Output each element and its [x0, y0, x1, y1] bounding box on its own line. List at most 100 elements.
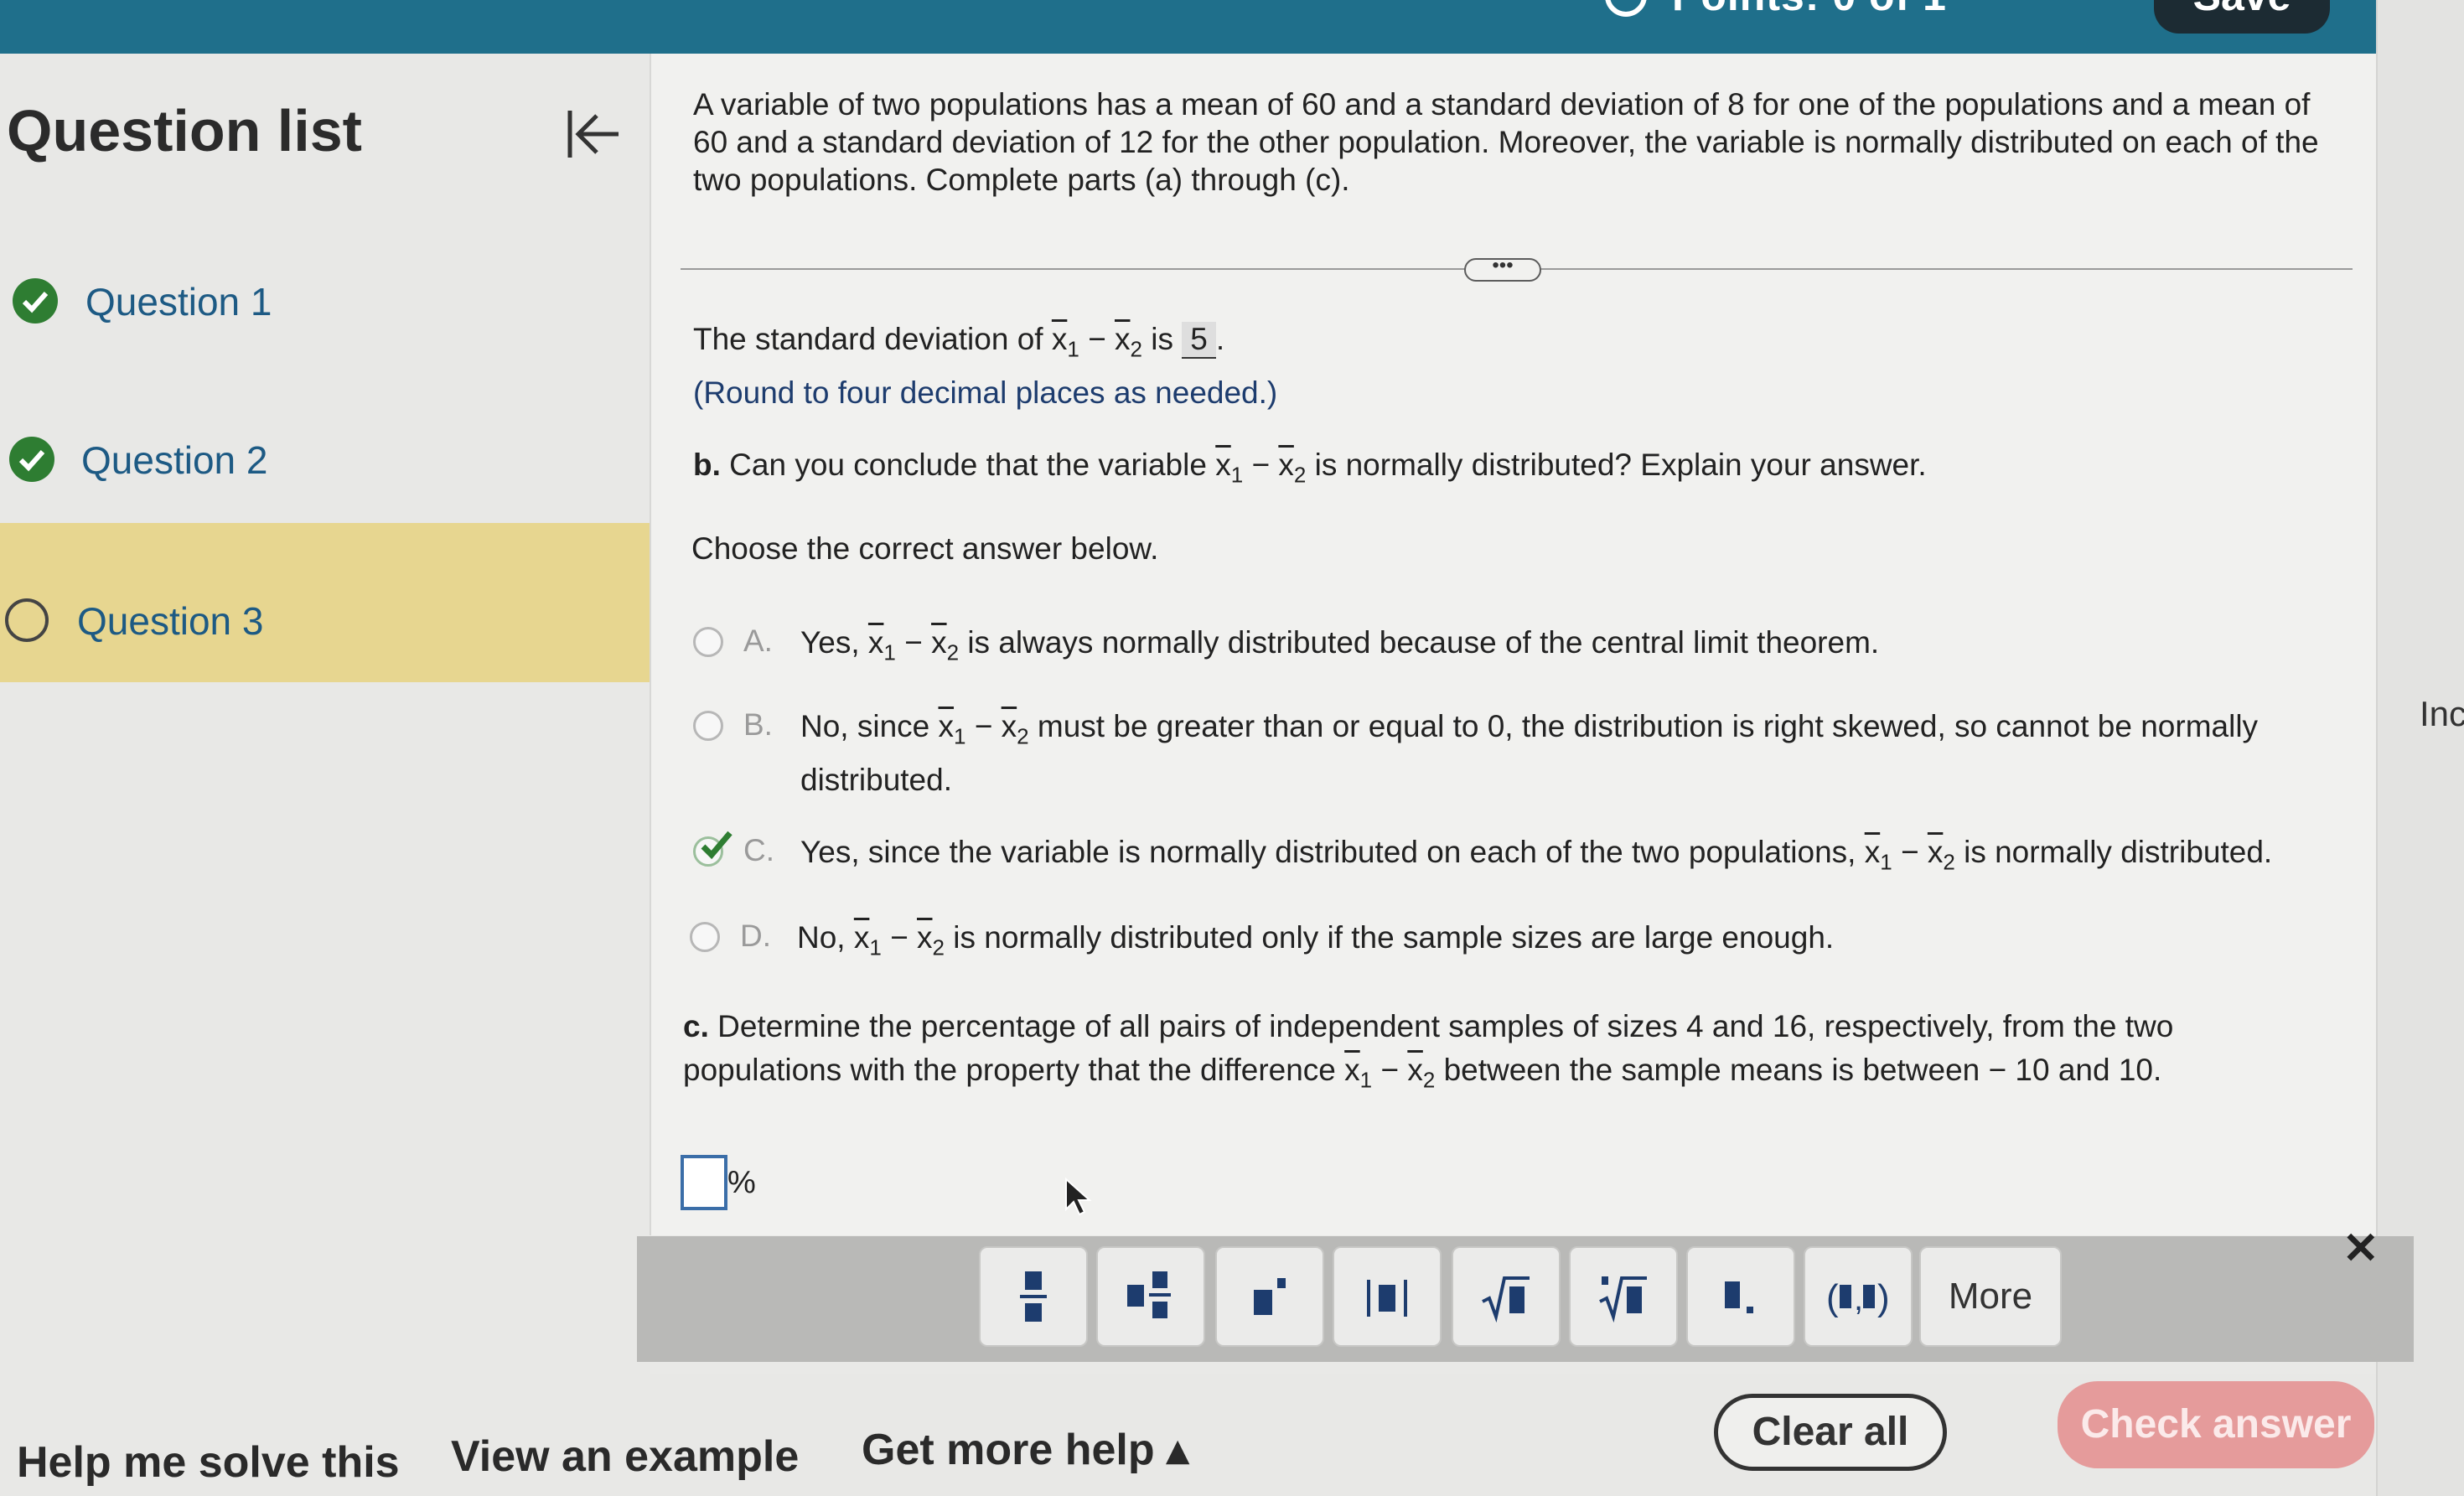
x-bar-symbol: x	[938, 709, 955, 743]
nth-root-button[interactable]	[1569, 1246, 1678, 1347]
mixed-number-button[interactable]	[1096, 1246, 1205, 1347]
ordered-pair-icon: ( , )	[1826, 1277, 1890, 1318]
choice-c-text: Yes, since the variable is normally dist…	[800, 826, 2272, 888]
subscript-2: 2	[946, 639, 960, 665]
points-progress-icon	[1605, 0, 1647, 17]
part-b-prefix: Can you conclude that the variable	[729, 448, 1207, 482]
expand-more-button[interactable]: •••	[1464, 256, 1541, 282]
minus-sign: −	[1251, 448, 1271, 482]
x-bar-symbol: x	[1114, 322, 1131, 356]
subscript-2: 2	[932, 934, 945, 960]
part-c-text-1: Determine the percentage of all pairs of…	[717, 1009, 2174, 1043]
radio-button-b[interactable]	[693, 711, 723, 741]
x-bar-symbol: x	[1864, 835, 1881, 869]
choice-a-letter: A.	[743, 624, 773, 658]
math-input-toolbar: ( , ) More	[637, 1236, 2414, 1362]
choice-c[interactable]: C. Yes, since the variable is normally d…	[693, 831, 2353, 883]
choice-a-pre: Yes,	[800, 625, 860, 660]
check-answer-button[interactable]: Check answer	[2058, 1381, 2374, 1468]
question-list-item-1[interactable]: Question 1	[0, 259, 650, 418]
choose-prompt: Choose the correct answer below.	[691, 531, 1159, 566]
x-bar-symbol: x	[1278, 448, 1294, 482]
square-root-button[interactable]	[1452, 1246, 1561, 1347]
subscript-2: 2	[1130, 336, 1142, 362]
x-bar-symbol: x	[853, 920, 870, 955]
choice-a-post: is always normally distributed because o…	[967, 625, 1880, 660]
fraction-icon	[1020, 1271, 1047, 1322]
minus-sign: −	[904, 625, 923, 660]
decimal-button[interactable]	[1686, 1246, 1795, 1347]
subscript-1: 1	[1067, 336, 1079, 362]
clear-all-button[interactable]: Clear all	[1714, 1394, 1947, 1471]
close-toolbar-icon[interactable]: ✕	[2342, 1224, 2379, 1274]
absolute-value-icon	[1367, 1280, 1407, 1317]
choice-b-pre: No, since	[800, 709, 930, 743]
points-label: Points: 0 of 1	[1672, 0, 1947, 20]
x-bar-symbol: x	[1051, 322, 1068, 356]
x-bar-symbol: x	[1407, 1053, 1423, 1087]
subscript-2: 2	[1017, 723, 1029, 749]
subscript-1: 1	[954, 723, 966, 749]
mixed-number-icon	[1127, 1271, 1171, 1318]
check-circle-icon	[13, 278, 58, 324]
choice-b-line2: distributed.	[800, 763, 952, 797]
collapse-panel-icon[interactable]	[563, 104, 624, 164]
question-list-panel: Question list Question 1 Question 2 Ques…	[0, 54, 650, 1378]
minus-sign: −	[1900, 835, 1919, 869]
choice-d-post: is normally distributed only if the samp…	[953, 920, 1835, 955]
fraction-button[interactable]	[979, 1246, 1088, 1347]
choice-c-letter: C.	[743, 833, 774, 867]
part-b-question: b. Can you conclude that the variable x1…	[693, 448, 1927, 488]
empty-circle-icon	[5, 598, 49, 642]
help-me-solve-link[interactable]: Help me solve this	[17, 1437, 400, 1488]
x-bar-symbol: x	[1001, 709, 1017, 743]
radio-button-a[interactable]	[693, 627, 723, 657]
x-bar-symbol: x	[1215, 448, 1231, 482]
exponent-button[interactable]	[1215, 1246, 1324, 1347]
x-bar-symbol: x	[917, 920, 933, 955]
choice-b-text: No, since x1 − x2 must be greater than o…	[800, 701, 2258, 762]
square-root-icon	[1482, 1276, 1530, 1323]
choice-b-letter: B.	[743, 707, 773, 742]
choice-c-pre: Yes, since the variable is normally dist…	[800, 835, 1856, 869]
x-bar-symbol: x	[1927, 835, 1944, 869]
get-more-help-link[interactable]: Get more help ▴	[862, 1425, 1188, 1475]
part-c-line2-post: between the sample means is between − 10…	[1443, 1053, 2162, 1087]
subscript-2: 2	[1293, 462, 1307, 488]
subscript-1: 1	[1880, 849, 1892, 875]
svg-text:): )	[1877, 1277, 1890, 1318]
part-a-is: is	[1151, 322, 1173, 356]
absolute-value-button[interactable]	[1333, 1246, 1442, 1347]
exponent-icon	[1254, 1278, 1286, 1315]
save-button[interactable]: Save	[2154, 0, 2330, 34]
correct-check-icon	[701, 831, 732, 860]
clipped-side-text: Inc	[2420, 694, 2464, 733]
minus-sign: −	[974, 709, 993, 743]
question-list-title: Question list	[7, 98, 362, 163]
minus-sign: −	[890, 920, 908, 955]
choice-a[interactable]: A. Yes, x1 − x2 is always normally distr…	[693, 624, 2285, 674]
subscript-1: 1	[883, 639, 896, 665]
choice-b[interactable]: B. No, since x1 − x2 must be greater tha…	[693, 707, 2327, 808]
question-3-label: Question 3	[77, 599, 264, 643]
check-circle-icon	[9, 437, 54, 482]
part-a-answer: 5	[1182, 322, 1216, 359]
radio-button-d[interactable]	[690, 922, 720, 952]
ordered-pair-button[interactable]: ( , )	[1804, 1246, 1913, 1347]
percent-sign: %	[727, 1165, 756, 1200]
x-bar-symbol: x	[931, 625, 947, 660]
choice-d-letter: D.	[740, 919, 771, 953]
minus-sign: −	[1380, 1053, 1400, 1087]
more-tools-button[interactable]: More	[1919, 1246, 2062, 1347]
view-example-link[interactable]: View an example	[451, 1431, 799, 1482]
question-list-item-3[interactable]: Question 3	[0, 523, 650, 682]
choice-d-pre: No,	[797, 920, 846, 955]
choice-d[interactable]: D. No, x1 − x2 is normally distributed o…	[690, 919, 2282, 969]
svg-text:,: ,	[1854, 1281, 1863, 1317]
nth-root-icon	[1599, 1276, 1647, 1323]
mouse-cursor-icon	[1065, 1178, 1092, 1216]
percentage-answer-input[interactable]	[681, 1155, 727, 1210]
minus-sign: −	[1088, 322, 1106, 356]
subscript-2: 2	[1422, 1067, 1436, 1093]
choice-c-post: is normally distributed.	[1964, 835, 2273, 869]
